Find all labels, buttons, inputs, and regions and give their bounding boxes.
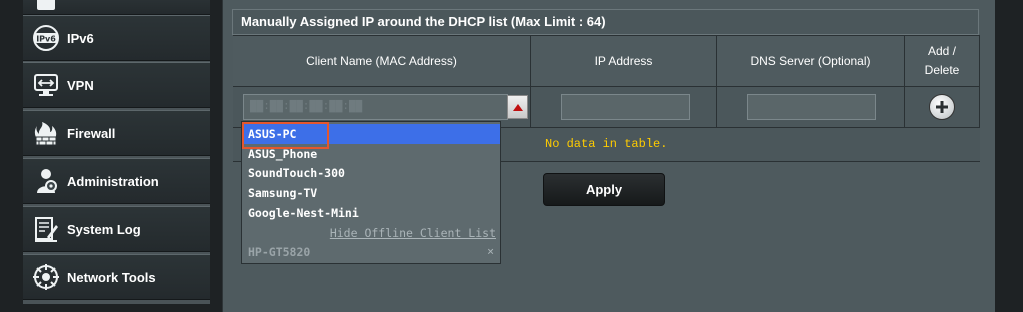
ip-address-input[interactable]: [561, 94, 690, 120]
sidebar-item-administration[interactable]: Administration: [23, 158, 210, 204]
column-add-delete-line2: Delete: [924, 63, 960, 77]
client-option-samsung-tv[interactable]: Samsung-TV: [242, 183, 500, 203]
firewall-icon: [31, 118, 61, 148]
apply-button[interactable]: Apply: [543, 173, 665, 206]
column-client-name: Client Name (MAC Address): [233, 36, 531, 86]
sidebar-item-label: IPv6: [67, 30, 94, 46]
ipv6-icon: IPv6: [31, 23, 61, 53]
client-list-dropdown-button[interactable]: [507, 95, 528, 119]
mac-address-input[interactable]: ██:██:██:██:██:██: [243, 94, 508, 120]
add-entry-button[interactable]: [929, 94, 955, 120]
right-edge: [995, 0, 1023, 312]
sidebar-item-network-tools[interactable]: Network Tools: [23, 254, 210, 300]
panel-title: Manually Assigned IP around the DHCP lis…: [232, 9, 979, 35]
svg-text:IPv6: IPv6: [36, 35, 56, 44]
column-ip-address: IP Address: [531, 36, 717, 86]
client-option-google-nest-mini[interactable]: Google-Nest-Mini: [242, 203, 500, 223]
sidebar-item-system-log[interactable]: System Log: [23, 206, 210, 252]
sidebar-item-vpn[interactable]: VPN: [23, 62, 210, 108]
vpn-icon: [31, 70, 61, 100]
sidebar-item-firewall[interactable]: Firewall: [23, 110, 210, 156]
sidebar-item-ipv6[interactable]: IPv6 IPv6: [23, 15, 210, 61]
dns-cell: [717, 87, 905, 127]
column-dns-server: DNS Server (Optional): [717, 36, 905, 86]
client-option-asus-phone[interactable]: ASUS_Phone: [242, 144, 500, 164]
offline-client-option[interactable]: HP-GT5820: [248, 245, 310, 259]
client-option-soundtouch-300[interactable]: SoundTouch-300: [242, 163, 500, 183]
plus-icon: [936, 101, 948, 113]
no-data-text: No data in table.: [545, 137, 668, 151]
table-header: Client Name (MAC Address) IP Address DNS…: [233, 35, 980, 87]
triangle-up-icon: [512, 103, 523, 111]
sidebar-item-previous[interactable]: [23, 0, 210, 15]
administration-icon: [31, 166, 61, 196]
sidebar-item-label: VPN: [67, 77, 94, 93]
network-tools-icon: [31, 262, 61, 292]
ip-cell: [531, 87, 717, 127]
dns-server-input[interactable]: [747, 94, 876, 120]
sidebar-item-label: Network Tools: [67, 269, 156, 285]
client-dropdown-list: ASUS-PC ASUS_Phone SoundTouch-300 Samsun…: [241, 121, 501, 264]
add-cell: [905, 87, 980, 127]
column-add-delete-line1: Add /: [927, 44, 957, 58]
remove-offline-client-icon[interactable]: ×: [487, 244, 494, 258]
sidebar-item-label: Firewall: [67, 125, 116, 141]
column-add-delete: Add / Delete: [905, 36, 980, 86]
sidebar-item-label: Administration: [67, 173, 159, 189]
sidebar: IPv6 IPv6 VPN Firewall Administration Sy…: [23, 0, 210, 304]
hide-offline-client-list-link[interactable]: Hide Offline Client List: [330, 226, 496, 240]
sidebar-item-label: System Log: [67, 221, 141, 237]
system-log-icon: [31, 214, 61, 244]
